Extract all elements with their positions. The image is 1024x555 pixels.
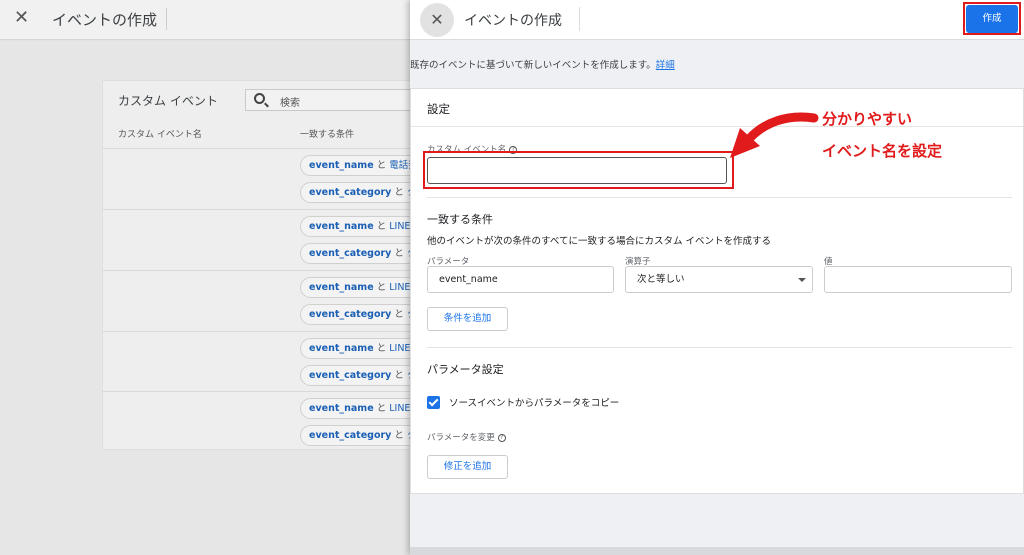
table-row[interactable]: event_name と LINE友 event_category と クリ: [103, 209, 435, 270]
custom-event-name-input[interactable]: [427, 157, 727, 184]
header-divider: [166, 8, 167, 30]
annotation-line-2: イベント名を設定: [822, 142, 943, 160]
column-header-conditions: 一致する条件: [300, 130, 355, 140]
divider: [411, 126, 1023, 127]
search-placeholder: 検索: [280, 98, 300, 109]
annotation-arrow: [730, 112, 819, 158]
close-icon[interactable]: ✕: [14, 8, 29, 28]
annotation-line-1: 分かりやすい: [822, 110, 913, 128]
modify-parameters-label: パラメータを変更?: [427, 431, 506, 443]
table-row[interactable]: event_name と LINE友 event_category と クリ: [103, 331, 435, 392]
copy-parameters-checkbox[interactable]: [427, 396, 440, 409]
settings-title: 設定: [427, 102, 450, 116]
custom-events-card: カスタム イベント 検索 カスタム イベント名 一致する条件 event_nam…: [102, 80, 437, 452]
help-icon[interactable]: ?: [497, 433, 506, 442]
parameter-settings-title: パラメータ設定: [427, 363, 504, 376]
panel-header: ✕ イベントの作成 作成: [410, 0, 1024, 40]
add-condition-button[interactable]: 条件を追加: [427, 307, 508, 331]
details-link[interactable]: 詳細: [656, 60, 675, 71]
search-icon: [254, 93, 265, 104]
copy-parameters-label: ソースイベントからパラメータをコピー: [449, 398, 620, 409]
background-title: イベントの作成: [52, 11, 158, 29]
parameter-input[interactable]: event_name: [427, 266, 614, 293]
header-divider: [579, 7, 580, 31]
column-header-name: カスタム イベント名: [118, 130, 202, 140]
create-button[interactable]: 作成: [966, 5, 1018, 33]
bottom-strip: [410, 547, 1024, 555]
search-input[interactable]: 検索: [245, 89, 415, 111]
add-modification-button[interactable]: 修正を追加: [427, 455, 508, 479]
operator-select[interactable]: 次と等しい: [625, 266, 813, 293]
custom-events-title: カスタム イベント: [118, 94, 218, 108]
background-header: ✕ イベントの作成: [0, 0, 410, 40]
value-input[interactable]: [824, 266, 1012, 293]
chevron-down-icon: [798, 278, 806, 282]
conditions-description: 他のイベントが次の条件のすべてに一致する場合にカスタム イベントを作成する: [427, 236, 771, 247]
conditions-title: 一致する条件: [427, 213, 493, 226]
panel-description: 既存のイベントに基づいて新しいイベントを作成します。詳細: [410, 60, 675, 71]
create-event-panel: ✕ イベントの作成 作成 既存のイベントに基づいて新しいイベントを作成します。詳…: [410, 0, 1024, 555]
table-row[interactable]: event_name と 電話発信 event_category と クリ: [103, 148, 437, 209]
divider: [427, 197, 1012, 198]
panel-title: イベントの作成: [464, 13, 562, 29]
table-row[interactable]: event_name と LINE友 event_category と クリ: [103, 270, 435, 331]
close-icon[interactable]: ✕: [420, 3, 454, 37]
divider: [427, 347, 1012, 348]
table-row[interactable]: event_name と LINE友 event_category と クリ: [103, 391, 435, 452]
